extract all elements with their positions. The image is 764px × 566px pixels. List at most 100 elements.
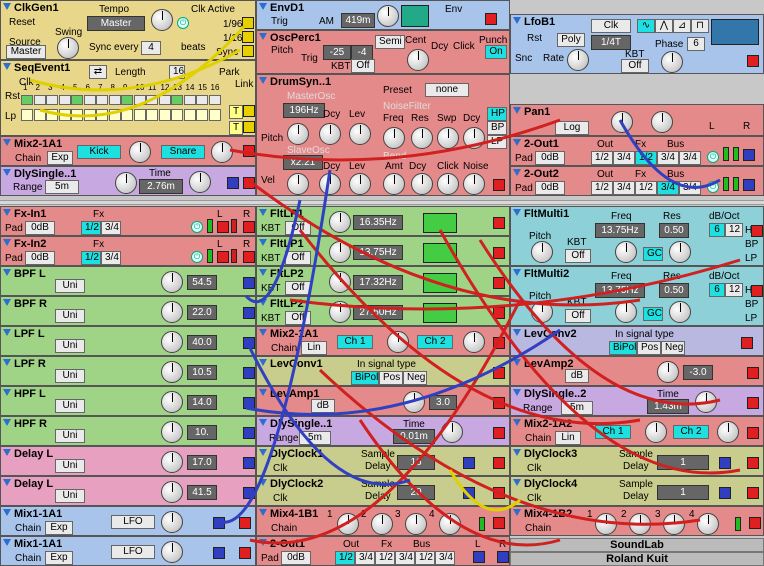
clk-in-jack[interactable] bbox=[463, 457, 475, 469]
value-knob[interactable] bbox=[161, 451, 183, 473]
bus-34[interactable]: 3/4 bbox=[679, 181, 701, 195]
pad-value[interactable]: 0dB bbox=[25, 221, 55, 235]
gc-button[interactable]: GC bbox=[643, 307, 663, 321]
lev-out-jack[interactable] bbox=[741, 337, 753, 349]
res-knob[interactable] bbox=[411, 127, 433, 149]
power-icon[interactable]: ⏻ bbox=[191, 251, 203, 263]
ratio-display[interactable]: x2.21 bbox=[283, 155, 323, 170]
seq-out-1[interactable] bbox=[243, 105, 255, 117]
power-icon[interactable]: ⏻ bbox=[707, 181, 719, 193]
mode-button[interactable]: Uni bbox=[55, 489, 85, 503]
time-display[interactable]: 0.01m bbox=[393, 429, 435, 444]
amp-display[interactable]: 3.0 bbox=[429, 395, 457, 410]
sync-jack[interactable] bbox=[242, 45, 254, 57]
dcy3-knob[interactable] bbox=[319, 173, 341, 195]
lfo-knob[interactable] bbox=[161, 541, 183, 563]
neg-button[interactable]: Neg bbox=[661, 341, 685, 355]
step-row1-cell[interactable] bbox=[96, 95, 108, 105]
mix-out-jack[interactable] bbox=[749, 517, 761, 529]
pad-value[interactable]: 0dB bbox=[535, 181, 565, 195]
clk-in-jack[interactable] bbox=[719, 457, 731, 469]
pitch-knob[interactable] bbox=[531, 301, 553, 323]
bus-34[interactable]: 3/4 bbox=[679, 151, 701, 165]
fx-34[interactable]: 3/4 bbox=[657, 181, 679, 195]
mix-out-jack[interactable] bbox=[747, 427, 759, 439]
kick-knob[interactable] bbox=[129, 141, 151, 163]
out-12[interactable]: 1/2 bbox=[591, 151, 613, 165]
pad-value[interactable]: 0dB bbox=[535, 151, 565, 165]
mode-button[interactable]: Uni bbox=[55, 309, 85, 323]
slope-6[interactable]: 6 bbox=[709, 283, 725, 297]
step-row1-cell[interactable] bbox=[171, 95, 183, 105]
step-row1-cell[interactable] bbox=[208, 95, 221, 105]
mode-button[interactable]: Uni bbox=[55, 279, 85, 293]
out-34[interactable]: 3/4 bbox=[613, 151, 635, 165]
db-button[interactable]: dB bbox=[565, 369, 589, 383]
freq-display[interactable]: 13.75Hz bbox=[595, 223, 645, 238]
value-display[interactable]: 41.5 bbox=[187, 485, 217, 500]
step-row1-cell[interactable] bbox=[183, 95, 196, 105]
delay-out-jack[interactable] bbox=[243, 177, 255, 189]
freq-knob[interactable] bbox=[615, 301, 637, 323]
channel-knob[interactable] bbox=[405, 513, 427, 535]
kbt-off[interactable]: Off bbox=[285, 251, 311, 265]
value-display[interactable]: 22.0 bbox=[187, 305, 217, 320]
lp-button[interactable]: LP bbox=[487, 135, 507, 149]
time-display[interactable]: 1.43m bbox=[647, 399, 689, 414]
ch1-knob[interactable] bbox=[387, 331, 409, 353]
clk-in-jack[interactable] bbox=[719, 487, 731, 499]
preset-select[interactable]: none bbox=[425, 83, 469, 97]
kbt-off[interactable]: Off bbox=[565, 309, 591, 323]
semi-display[interactable]: -25 bbox=[323, 45, 351, 60]
mix-out-jack[interactable] bbox=[493, 517, 505, 529]
dcy4-knob[interactable] bbox=[411, 173, 433, 195]
value-knob[interactable] bbox=[161, 301, 183, 323]
res-knob[interactable] bbox=[669, 301, 691, 323]
out-l-jack[interactable] bbox=[217, 221, 229, 233]
step-row1-cell[interactable] bbox=[83, 95, 96, 105]
lfo-label[interactable]: LFO bbox=[111, 515, 155, 529]
env-out-jack[interactable] bbox=[485, 13, 497, 25]
range-select[interactable]: 5m bbox=[45, 180, 79, 194]
lfo-knob[interactable] bbox=[161, 511, 183, 533]
loop-button[interactable]: ⇄ bbox=[89, 65, 107, 79]
square-wave-icon[interactable]: ⊓ bbox=[691, 19, 709, 33]
decay-knob[interactable] bbox=[377, 5, 399, 27]
value-display[interactable]: 14.0 bbox=[187, 395, 217, 410]
click-knob[interactable] bbox=[437, 173, 459, 195]
out-r-jack[interactable] bbox=[243, 221, 255, 233]
delay-display[interactable]: 20 bbox=[397, 485, 435, 500]
cv-in-jack[interactable] bbox=[243, 277, 255, 289]
lfo-out-jack[interactable] bbox=[747, 55, 759, 67]
cv-in-jack[interactable] bbox=[243, 487, 255, 499]
bipol-button[interactable]: BiPol bbox=[609, 341, 637, 355]
out-34[interactable]: 3/4 bbox=[355, 551, 375, 565]
ch2-label[interactable]: Ch 2 bbox=[673, 425, 709, 439]
value-display[interactable]: 40.0 bbox=[187, 335, 217, 350]
ch2-knob[interactable] bbox=[717, 421, 739, 443]
reset-jack[interactable] bbox=[242, 17, 254, 29]
out-34[interactable]: 3/4 bbox=[613, 181, 635, 195]
snare-label[interactable]: Snare bbox=[161, 145, 205, 159]
semi-button[interactable]: Semi bbox=[375, 35, 405, 49]
clk-out-jack[interactable] bbox=[493, 487, 505, 499]
dcy2-knob[interactable] bbox=[463, 127, 485, 149]
sync-value[interactable]: 4 bbox=[141, 41, 161, 55]
clk-out-jack[interactable] bbox=[747, 457, 759, 469]
step-row2-cell[interactable] bbox=[146, 109, 158, 121]
slope-12[interactable]: 12 bbox=[725, 223, 743, 237]
filter-out-jack[interactable] bbox=[493, 247, 505, 259]
step-row2-cell[interactable] bbox=[96, 109, 108, 121]
neg-button[interactable]: Neg bbox=[403, 371, 427, 385]
decay-display[interactable]: 419m bbox=[341, 13, 375, 28]
slave-knob[interactable] bbox=[287, 173, 309, 195]
lfo-label[interactable]: LFO bbox=[111, 545, 155, 559]
delay-out-jack[interactable] bbox=[747, 397, 759, 409]
hp-button[interactable]: HP bbox=[487, 107, 507, 121]
cv-in-jack[interactable] bbox=[243, 307, 255, 319]
step-row2-cell[interactable] bbox=[21, 109, 33, 121]
cv-in-jack[interactable] bbox=[243, 337, 255, 349]
noise-knob[interactable] bbox=[463, 173, 485, 195]
mix-out-jack[interactable] bbox=[243, 145, 255, 157]
swing-knob[interactable] bbox=[57, 37, 79, 59]
